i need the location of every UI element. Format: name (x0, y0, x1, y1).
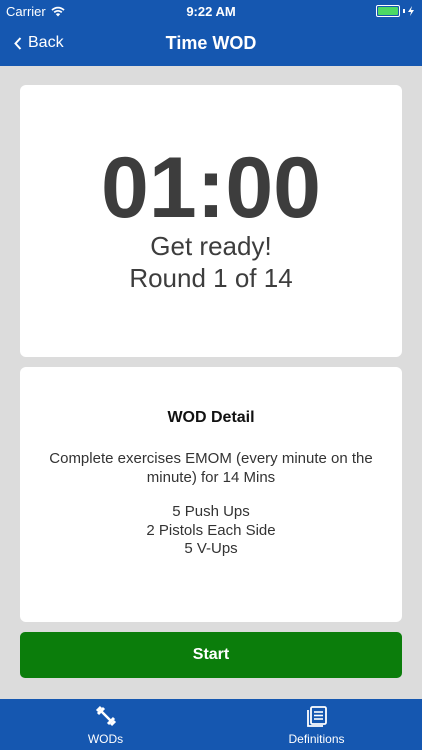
timer-card: 01:00 Get ready! Round 1 of 14 (20, 85, 402, 357)
tab-wods[interactable]: WODs (0, 699, 211, 750)
detail-description: Complete exercises EMOM (every minute on… (49, 450, 373, 486)
exercise-list: 5 Push Ups 2 Pistols Each Side 5 V-Ups (20, 503, 402, 559)
timer-display: 01:00 (101, 140, 321, 236)
navigation-bar: Back Time WOD (0, 22, 422, 66)
charging-icon (408, 6, 414, 16)
wod-detail-card: WOD Detail Complete exercises EMOM (ever… (20, 367, 402, 622)
start-button[interactable]: Start (20, 632, 402, 678)
exercise-item: 2 Pistols Each Side (146, 521, 276, 539)
tab-label: WODs (87, 732, 124, 746)
page-title: Time WOD (165, 33, 257, 53)
definitions-icon (306, 706, 327, 727)
tab-label: Definitions (288, 732, 345, 746)
detail-title: WOD Detail (167, 409, 255, 426)
tab-definitions[interactable]: Definitions (211, 699, 422, 750)
status-bar: Carrier 9:22 AM (0, 0, 422, 22)
timer-status: Get ready! (150, 231, 272, 261)
top-bar: Carrier 9:22 AM Back Time WOD (0, 0, 422, 66)
status-time: 9:22 AM (186, 4, 236, 19)
battery-icon (376, 5, 414, 17)
dumbbell-icon (95, 705, 116, 727)
tab-bar: WODs Definitions (0, 699, 422, 750)
exercise-item: 5 Push Ups (172, 503, 250, 520)
exercise-item: 5 V-Ups (184, 540, 238, 557)
round-indicator: Round 1 of 14 (129, 263, 293, 293)
